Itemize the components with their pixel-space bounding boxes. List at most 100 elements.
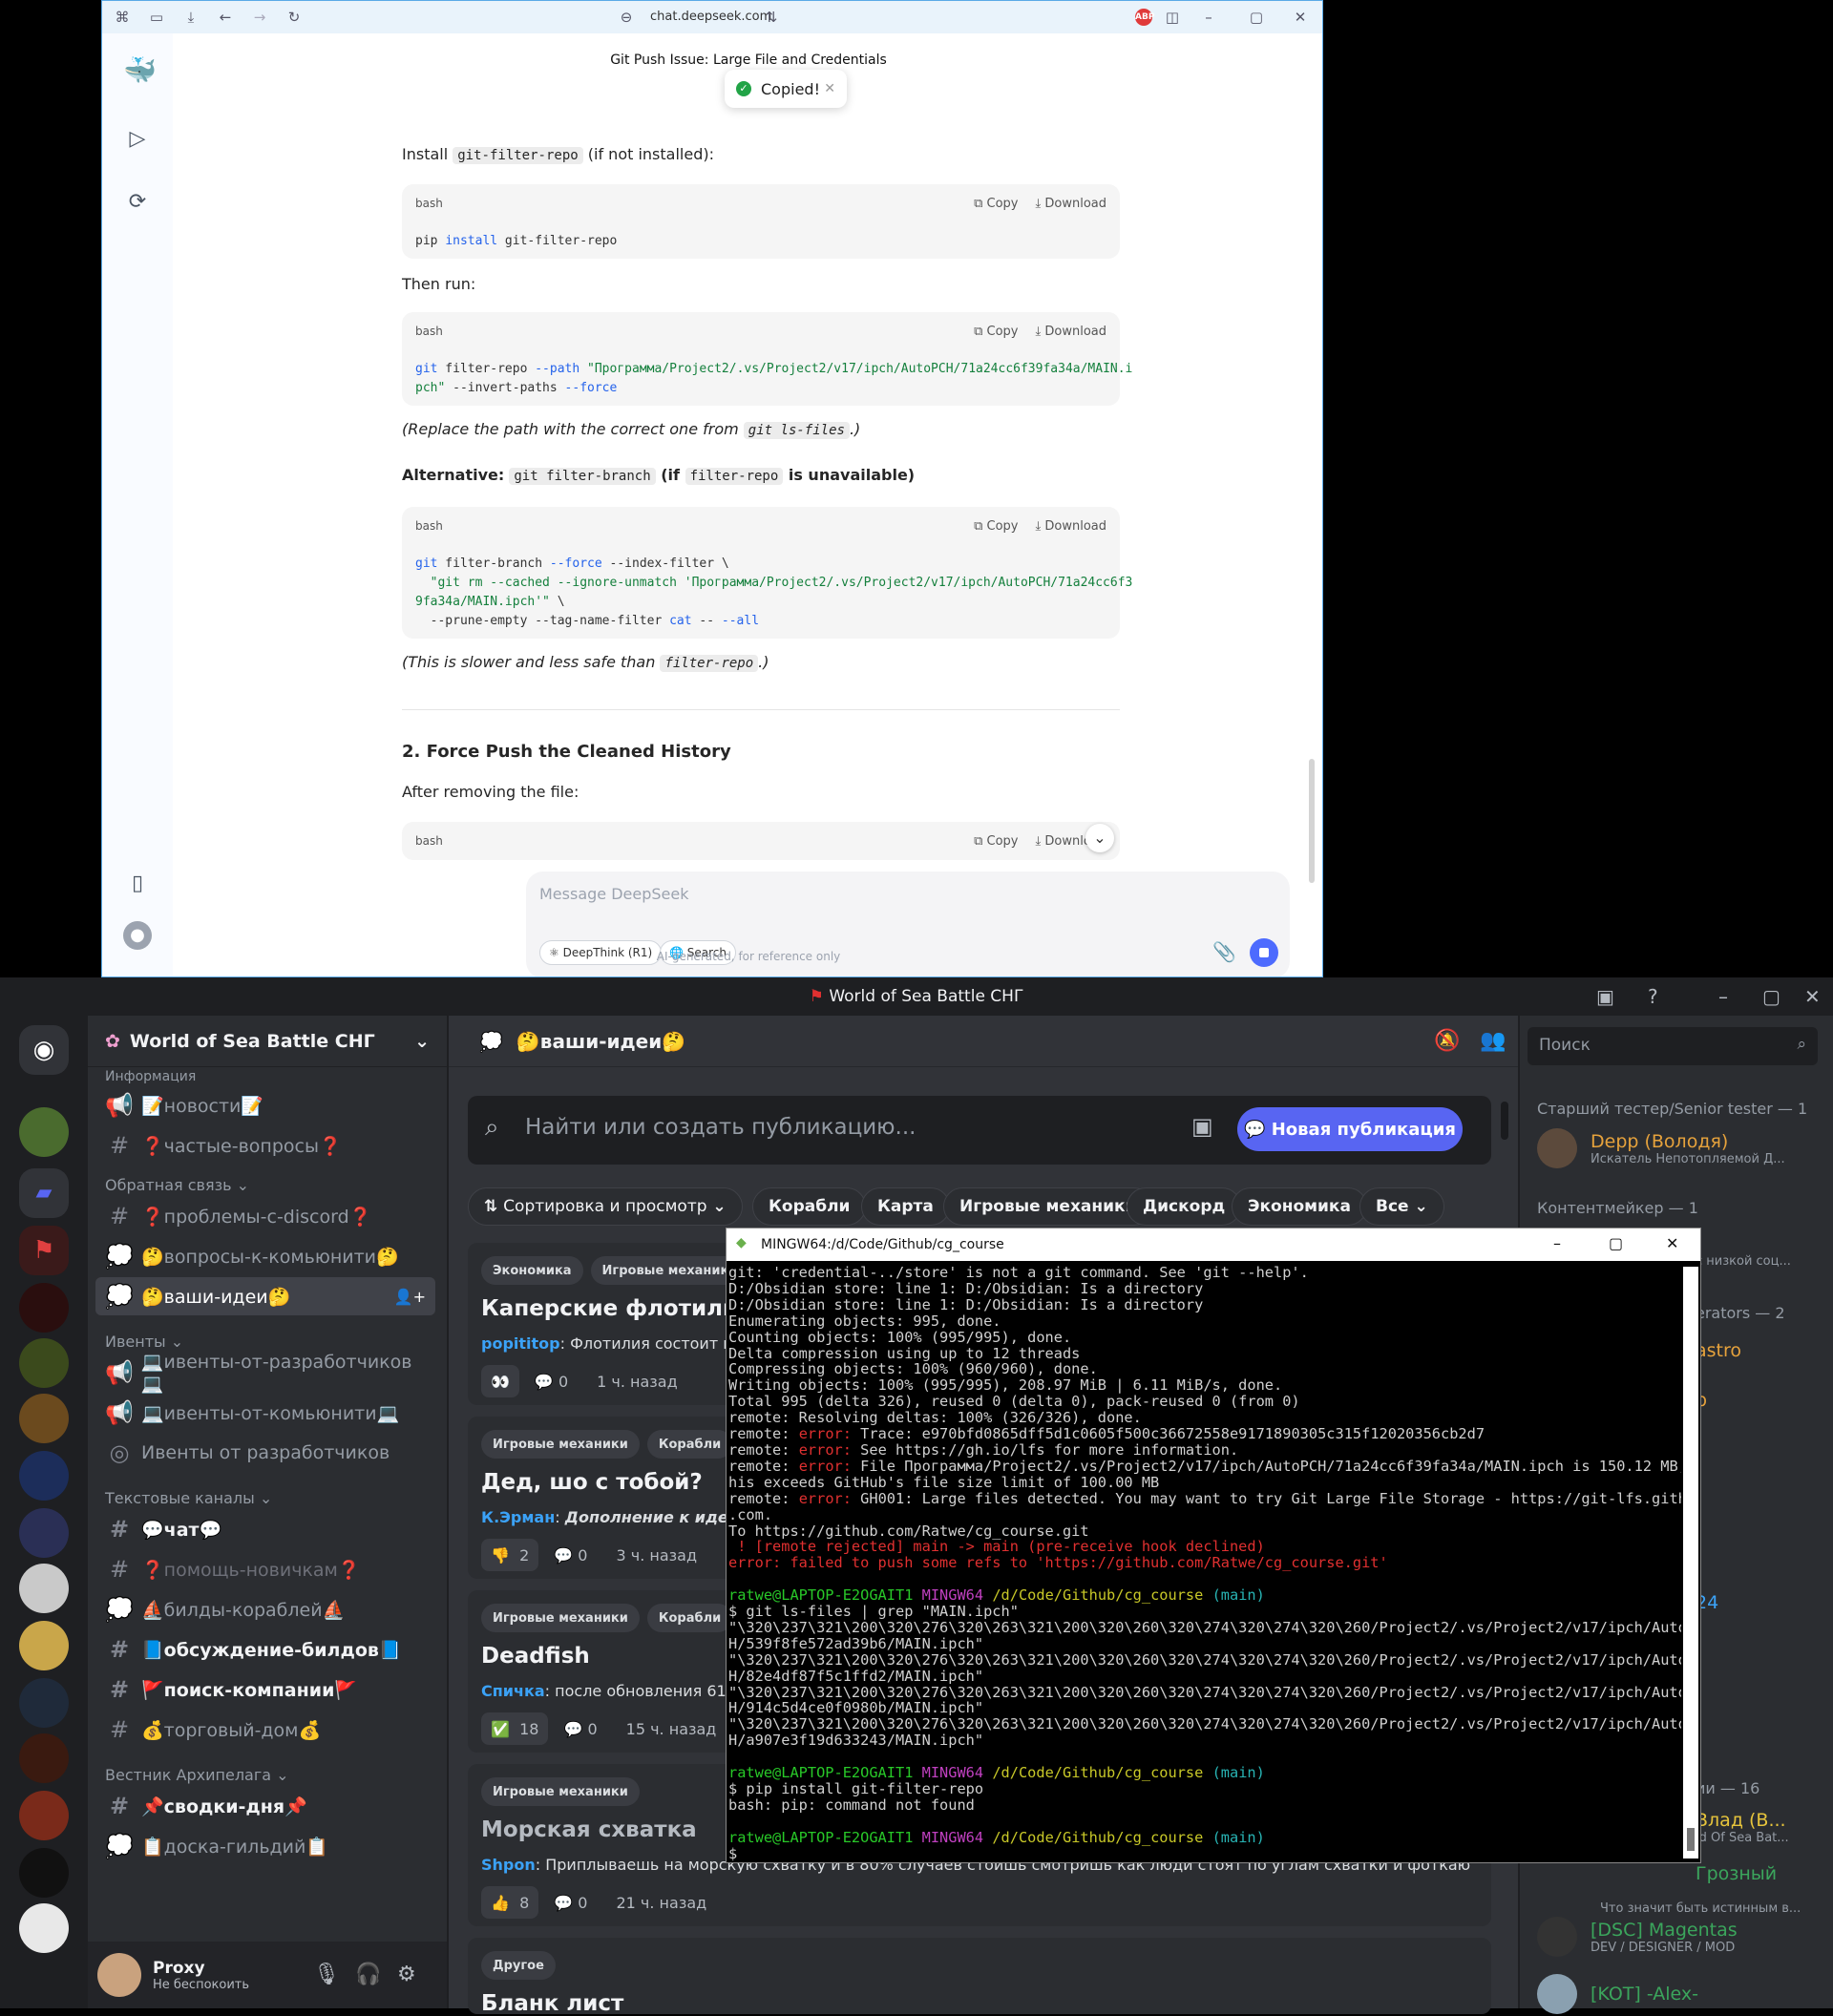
message-input[interactable]: Message DeepSeek	[539, 885, 688, 903]
server-icon[interactable]	[19, 1621, 69, 1670]
adblock-icon[interactable]: ABP	[1135, 9, 1154, 26]
help-icon[interactable]: ?	[1648, 985, 1658, 1008]
server-icon[interactable]	[19, 1733, 69, 1783]
inbox-icon[interactable]: ▣	[1596, 985, 1614, 1008]
sidebar-toggle-icon[interactable]: ▷	[123, 125, 152, 154]
scrollbar-thumb[interactable]	[1687, 1828, 1695, 1851]
channel-build-discussion[interactable]: # 📘обсуждение-билдов📘	[95, 1630, 435, 1669]
tag-filter-all[interactable]: Все ⌄	[1359, 1187, 1444, 1226]
tag-filter[interactable]: Экономика	[1232, 1187, 1367, 1226]
toast-close-icon[interactable]: ✕	[824, 81, 835, 96]
channel-discord-problems[interactable]: # ❓проблемы-с-discord❓	[95, 1197, 435, 1235]
terminal-output[interactable]: git: 'credential-../store' is not a git …	[727, 1263, 1681, 1862]
server-icon[interactable]	[19, 1508, 69, 1558]
headphones-icon[interactable]: 🎧	[355, 1963, 381, 1986]
maximize-icon[interactable]: ▢	[1762, 985, 1780, 1008]
channel-company-search[interactable]: # 🚩поиск-компании🚩	[95, 1670, 435, 1709]
media-icon[interactable]: ▣	[1191, 1113, 1213, 1140]
discord-home-icon[interactable]: ◉	[19, 1025, 69, 1075]
deepseek-logo-icon[interactable]: 🐳	[123, 56, 157, 85]
avatar[interactable]	[97, 1953, 141, 1997]
tag-filter[interactable]: Игровые механики	[943, 1187, 1153, 1226]
mobile-app-icon[interactable]: ▯	[123, 870, 152, 898]
tag-filter[interactable]: Карта	[861, 1187, 950, 1226]
members-icon[interactable]: 👥	[1480, 1029, 1506, 1053]
download-icon[interactable]: ⤓	[182, 9, 200, 26]
reaction[interactable]: 👀	[481, 1365, 519, 1397]
tag-filter[interactable]: Дискорд	[1127, 1187, 1242, 1226]
scrollbar-thumb[interactable]	[1309, 759, 1315, 883]
server-icon[interactable]	[19, 1394, 69, 1443]
copy-button[interactable]: ⧉ Copy	[974, 325, 1018, 339]
new-post-button[interactable]: 💬 Новая публикация	[1237, 1107, 1463, 1151]
reaction[interactable]: 👍 8	[481, 1886, 539, 1919]
maximize-icon[interactable]: ▢	[1248, 9, 1265, 26]
settings-gear-icon[interactable]: ⚙	[397, 1963, 416, 1986]
minimize-icon[interactable]: –	[1200, 9, 1217, 26]
address-bar[interactable]: chat.deepseek.com	[650, 10, 771, 24]
channel-dev-events[interactable]: 📢 💻ивенты-от-разработчиков💻	[95, 1352, 435, 1395]
server-icon[interactable]	[19, 1903, 69, 1953]
forward-icon[interactable]: →	[251, 9, 268, 26]
reaction[interactable]: 👎 2	[481, 1539, 539, 1571]
sidebar-icon[interactable]: ▭	[148, 9, 165, 26]
tag-filter[interactable]: Корабли	[752, 1187, 867, 1226]
server-icon[interactable]	[19, 1791, 69, 1840]
invite-icon[interactable]: 👤+	[394, 1288, 426, 1306]
minimize-icon[interactable]: –	[1553, 1234, 1561, 1252]
channel-news[interactable]: 📢 📝новости📝	[95, 1086, 435, 1124]
channel-chat[interactable]: # 💬чат💬	[95, 1510, 435, 1548]
member-item[interactable]: Грозный	[1696, 1863, 1777, 1884]
channel-trade-house[interactable]: # 💰торговый-дом💰	[95, 1711, 435, 1749]
download-button[interactable]: ⤓ Download	[1035, 519, 1106, 534]
scrollbar-thumb[interactable]	[1501, 1102, 1508, 1140]
microphone-icon[interactable]: 🎙	[313, 1963, 340, 1986]
member-name[interactable]: astro	[1696, 1340, 1741, 1361]
member-item[interactable]: Влад (В... ld Of Sea Bat...	[1696, 1810, 1789, 1845]
channel-your-ideas[interactable]: 💭 🤔ваши-идеи🤔 👤+	[95, 1277, 435, 1315]
scroll-down-icon[interactable]: ⌄	[1085, 824, 1114, 852]
category-events[interactable]: Ивенты ⌄	[105, 1333, 183, 1351]
terminal-scrollbar[interactable]	[1683, 1267, 1698, 1858]
server-icon[interactable]	[19, 1283, 69, 1333]
server-icon[interactable]	[19, 1678, 69, 1728]
tune-icon[interactable]: ⇅	[763, 9, 780, 26]
server-icon[interactable]	[19, 1338, 69, 1388]
workspaces-icon[interactable]: ⌘	[114, 9, 131, 26]
server-icon[interactable]	[19, 1848, 69, 1898]
forum-search-input[interactable]: Найти или создать публикацию...	[525, 1115, 916, 1140]
download-button[interactable]: ⤓ Download	[1035, 325, 1106, 339]
sort-view-button[interactable]: ⇅ Сортировка и просмотр ⌄	[468, 1187, 743, 1226]
server-icon[interactable]	[19, 1451, 69, 1501]
channel-newbie-help[interactable]: # ❓помощь-новичкам❓	[95, 1550, 435, 1588]
notifications-muted-icon[interactable]: 🔕	[1434, 1029, 1460, 1053]
split-view-icon[interactable]: ◫	[1164, 9, 1181, 26]
reaction[interactable]: ✅ 18	[481, 1712, 549, 1745]
site-info-icon[interactable]: ⊖	[618, 9, 635, 26]
copy-button[interactable]: ⧉ Copy	[974, 834, 1018, 849]
category-text[interactable]: Текстовые каналы ⌄	[105, 1489, 272, 1507]
category-feedback[interactable]: Обратная связь ⌄	[105, 1176, 249, 1194]
channel-faq[interactable]: # ❓частые-вопросы❓	[95, 1126, 435, 1165]
back-icon[interactable]: ←	[217, 9, 234, 26]
server-icon[interactable]	[19, 1564, 69, 1613]
minimize-icon[interactable]: –	[1718, 985, 1728, 1008]
scrollbar[interactable]	[1309, 119, 1315, 902]
copy-button[interactable]: ⧉ Copy	[974, 519, 1018, 534]
forum-post[interactable]: Другое Бланк лист	[468, 1938, 1491, 2016]
member-search-input[interactable]: Поиск ⌕	[1528, 1027, 1818, 1065]
channel-ship-builds[interactable]: 💭 ⛵билды-кораблей⛵	[95, 1590, 435, 1628]
close-icon[interactable]: ✕	[1292, 9, 1309, 26]
download-button[interactable]: ⤓ Download	[1035, 197, 1106, 211]
maximize-icon[interactable]: ▢	[1609, 1234, 1623, 1252]
server-icon-wosb[interactable]: ⚑	[19, 1226, 69, 1275]
server-header[interactable]: ✿ World of Sea Battle СНГ ⌄	[88, 1016, 447, 1067]
profile-avatar-icon[interactable]: ●	[123, 921, 152, 950]
member-item[interactable]: [DSC] Magentas DEV / DESIGNER / MOD	[1537, 1917, 1738, 1957]
forum-search-bar[interactable]: ⌕ Найти или создать публикацию... ▣ 💬 Но…	[468, 1096, 1491, 1165]
channel-community-questions[interactable]: 💭 🤔вопросы-к-комьюнити🤔	[95, 1237, 435, 1275]
new-chat-icon[interactable]: ⟳	[123, 188, 152, 217]
channel-community-events[interactable]: 📢 💻ивенты-от-комьюнити💻	[95, 1394, 435, 1432]
folder-icon[interactable]: ▰	[19, 1168, 69, 1218]
category-herald[interactable]: Вестник Архипелага ⌄	[105, 1766, 289, 1784]
